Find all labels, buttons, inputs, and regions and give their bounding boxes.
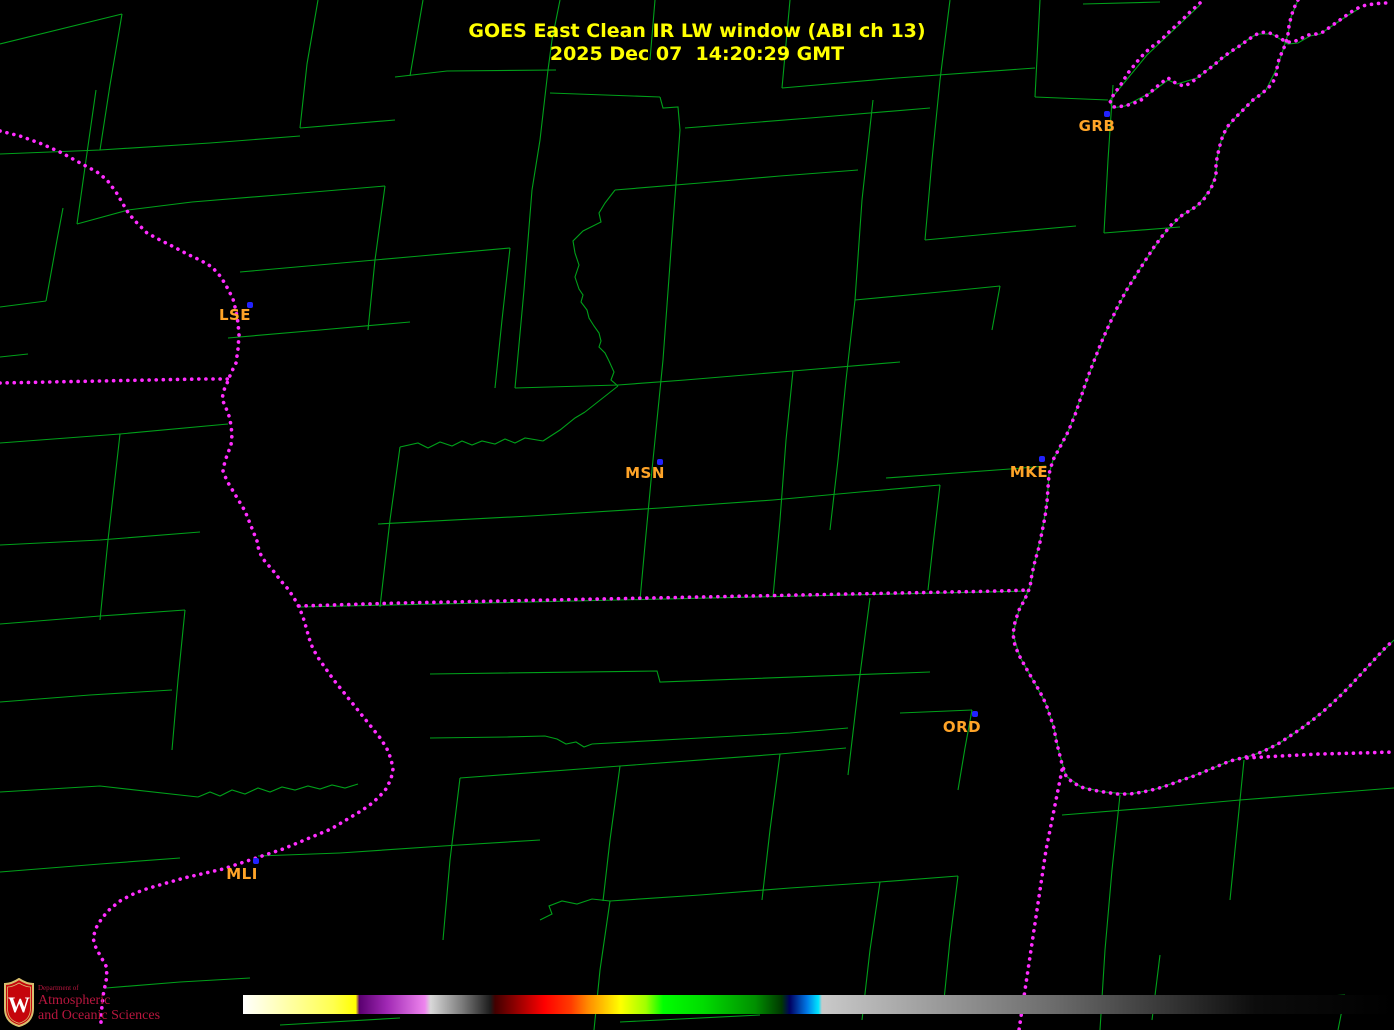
county-boundary-line: [925, 80, 940, 240]
city-marker-mli: [253, 858, 259, 864]
county-boundary-line: [198, 784, 358, 797]
county-boundary-line: [1013, 0, 1394, 794]
county-boundary-line: [944, 876, 958, 1000]
county-boundary-line: [46, 208, 63, 301]
county-boundary-line: [300, 120, 395, 128]
county-boundary-line: [300, 591, 1030, 607]
title-line1: GOES East Clean IR LW window (ABI ch 13): [0, 20, 1394, 43]
city-label-mke: MKE: [1010, 463, 1048, 481]
logo-text: Department of Atmospheric and Oceanic Sc…: [38, 985, 160, 1027]
county-boundary-line: [515, 190, 532, 388]
logo-line2: and Oceanic Sciences: [38, 1009, 160, 1023]
county-boundary-line: [0, 610, 185, 624]
county-boundary-line: [192, 186, 385, 202]
county-boundary-line: [773, 485, 940, 500]
satellite-image-viewer: GOES East Clean IR LW window (ABI ch 13)…: [0, 0, 1394, 1030]
county-boundary-line: [992, 286, 1000, 330]
county-boundary-line: [228, 322, 410, 338]
county-boundary-line: [1083, 2, 1160, 4]
state-border-line: [299, 590, 1030, 606]
county-boundary-line: [240, 248, 510, 272]
county-boundary-line: [592, 728, 848, 744]
county-boundary-line: [460, 748, 846, 778]
county-boundary-line: [395, 70, 556, 77]
county-boundary-line: [280, 1018, 400, 1025]
county-boundary-line: [0, 301, 46, 307]
county-boundary-line: [782, 68, 1035, 88]
county-boundary-line: [685, 108, 930, 128]
county-boundary-line: [610, 876, 958, 901]
city-label-msn: MSN: [625, 464, 665, 482]
state-border-line: [1019, 770, 1062, 1030]
county-boundary-line: [855, 100, 873, 300]
title-line2: 2025 Dec 07 14:20:29 GMT: [0, 43, 1394, 66]
county-boundary-line: [532, 70, 548, 190]
county-boundary-line: [495, 248, 510, 388]
county-boundary-line: [1230, 760, 1244, 900]
county-boundary-line: [1104, 227, 1180, 233]
county-boundary-line: [340, 840, 540, 853]
county-boundary-line: [543, 412, 585, 441]
county-boundary-line: [540, 899, 610, 920]
county-boundary-line: [443, 778, 460, 940]
county-boundary-line: [77, 202, 192, 224]
county-boundary-line: [830, 300, 855, 530]
county-boundary-line: [762, 754, 780, 900]
city-label-ord: ORD: [943, 718, 981, 736]
city-label-mli: MLI: [226, 865, 258, 883]
county-boundary-line: [573, 190, 618, 386]
county-boundary-line: [380, 447, 400, 607]
county-boundary-line: [400, 438, 543, 448]
county-boundary-line: [430, 736, 592, 747]
map-svg: [0, 0, 1394, 1030]
county-boundary-line: [603, 766, 620, 901]
city-marker-ord: [972, 711, 978, 717]
county-boundary-line: [0, 690, 172, 702]
county-boundary-line: [1035, 97, 1108, 100]
county-boundary-line: [515, 362, 900, 388]
county-boundary-line: [0, 354, 28, 357]
state-border-line: [0, 379, 228, 383]
county-boundary-line: [615, 176, 780, 190]
state-border-line: [0, 131, 393, 1026]
county-boundary-line: [77, 90, 96, 224]
city-label-lse: LSE: [219, 306, 251, 324]
county-boundary-line: [368, 186, 385, 330]
county-boundary-line: [773, 371, 793, 597]
county-boundary-line: [925, 226, 1076, 240]
county-boundary-line: [620, 1015, 760, 1022]
city-marker-mke: [1039, 456, 1045, 462]
image-title: GOES East Clean IR LW window (ABI ch 13)…: [0, 20, 1394, 66]
county-boundary-line: [430, 671, 930, 682]
uw-crest-icon: W: [4, 978, 34, 1027]
colorbar: [243, 995, 1394, 1014]
county-boundary-line: [900, 710, 972, 713]
logo-line1: Atmospheric: [38, 994, 160, 1008]
county-boundary-line: [848, 598, 870, 775]
county-boundary-line: [172, 610, 185, 750]
county-boundary-line: [100, 434, 120, 620]
county-boundary-line: [928, 485, 940, 590]
county-boundary-line: [660, 130, 680, 390]
county-boundary-line: [780, 170, 858, 176]
county-boundary-line: [0, 136, 300, 154]
county-boundary-line: [0, 786, 198, 797]
county-boundary-line: [0, 532, 200, 545]
svg-text:W: W: [8, 992, 30, 1017]
state-border-line: [1013, 0, 1394, 794]
county-boundary-line: [550, 93, 660, 97]
logo-dept-of: Department of: [38, 985, 160, 992]
city-label-grb: GRB: [1079, 117, 1116, 135]
state-border-line: [1247, 752, 1394, 758]
county-boundary-line: [660, 97, 680, 130]
county-boundary-line: [378, 500, 773, 524]
county-boundary-line: [585, 386, 618, 412]
county-boundary-line: [0, 858, 180, 872]
county-boundary-line: [0, 424, 228, 443]
county-boundary-line: [640, 390, 660, 600]
county-boundary-line: [855, 286, 1000, 300]
uw-aos-logo: W Department of Atmospheric and Oceanic …: [4, 978, 160, 1027]
